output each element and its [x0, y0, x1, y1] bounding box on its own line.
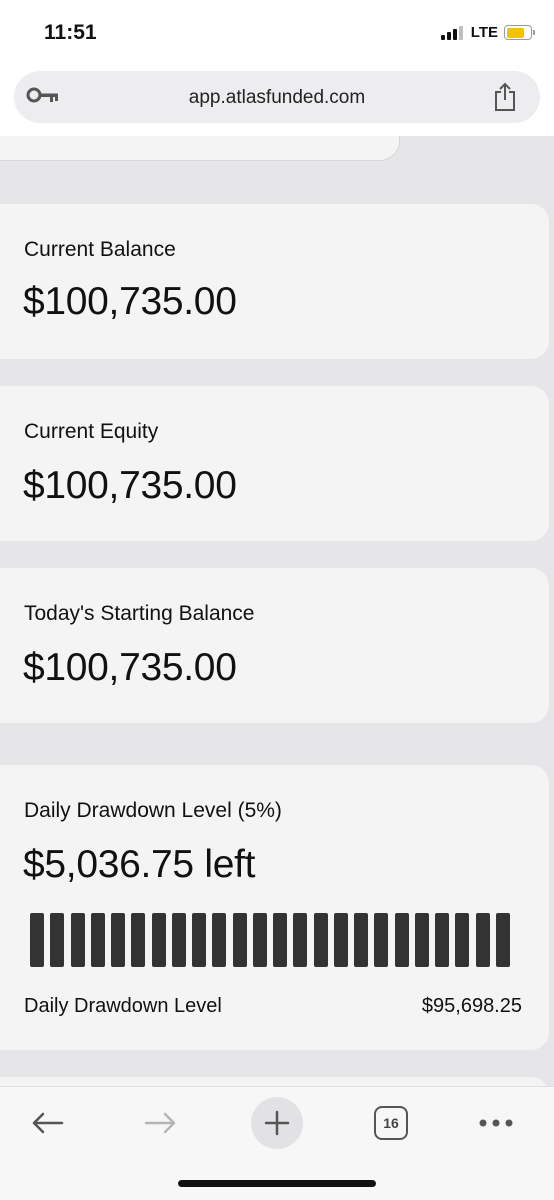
drawdown-bar-segment — [151, 913, 166, 967]
current-balance-card: Current Balance $100,735.00 — [0, 204, 549, 359]
battery-icon — [504, 25, 535, 40]
drawdown-bar-segment — [131, 913, 146, 967]
home-indicator — [178, 1180, 376, 1187]
drawdown-bar-segment — [333, 913, 348, 967]
drawdown-bar-segment — [394, 913, 409, 967]
card-label: Current Balance — [24, 238, 176, 261]
drawdown-bar-segment — [354, 913, 368, 967]
tabs-button[interactable]: 16 — [361, 1095, 421, 1151]
signal-strength-icon — [440, 25, 465, 40]
forward-arrow-icon — [144, 1112, 176, 1134]
battery-level — [506, 27, 525, 38]
drawdown-bar-segment — [252, 913, 267, 967]
forward-button[interactable] — [131, 1095, 191, 1151]
status-bar: 11:51 LTE — [0, 0, 554, 66]
drawdown-footer-label: Daily Drawdown Level — [24, 995, 222, 1017]
next-card-edge — [0, 1077, 549, 1086]
drawdown-bar-segment — [313, 913, 328, 967]
drawdown-progress-bar — [30, 913, 510, 967]
drawdown-bar-segment — [212, 913, 227, 967]
drawdown-bar-segment — [455, 913, 470, 967]
drawdown-bar-segment — [435, 913, 449, 967]
starting-balance-card: Today's Starting Balance $100,735.00 — [0, 568, 549, 723]
drawdown-bar-segment — [475, 913, 490, 967]
drawdown-bar-segment — [273, 913, 287, 967]
drawdown-bar-segment — [414, 913, 429, 967]
drawdown-bar-segment — [90, 913, 105, 967]
drawdown-bar-segment — [111, 913, 125, 967]
card-value: $100,735.00 — [23, 464, 237, 507]
drawdown-bar-segment — [374, 913, 389, 967]
card-value: $100,735.00 — [23, 646, 237, 689]
screen: 11:51 LTE app.atlasfunded.com Current Ba… — [0, 0, 554, 1200]
page-content: Current Balance $100,735.00 Current Equi… — [0, 136, 554, 1086]
more-button[interactable] — [466, 1095, 526, 1151]
card-label: Today's Starting Balance — [24, 602, 255, 625]
drawdown-bar-segment — [30, 913, 44, 967]
card-label: Daily Drawdown Level (5%) — [24, 799, 282, 822]
network-type: LTE — [470, 24, 498, 41]
previous-card-edge — [0, 136, 400, 161]
new-tab-plus-icon — [264, 1110, 290, 1136]
address-bar[interactable]: app.atlasfunded.com — [14, 71, 540, 123]
url-text[interactable]: app.atlasfunded.com — [14, 87, 540, 109]
share-icon[interactable] — [492, 81, 518, 118]
card-value: $100,735.00 — [23, 280, 237, 323]
back-button[interactable] — [17, 1095, 77, 1151]
card-value: $5,036.75 left — [23, 843, 256, 886]
browser-address-area: app.atlasfunded.com — [0, 66, 554, 136]
drawdown-bar-segment — [495, 913, 510, 967]
status-indicators: LTE — [440, 24, 535, 41]
drawdown-bar-segment — [70, 913, 85, 967]
status-time: 11:51 — [44, 21, 97, 44]
daily-drawdown-card: Daily Drawdown Level (5%) $5,036.75 left… — [0, 765, 549, 1050]
drawdown-bar-segment — [171, 913, 186, 967]
current-equity-card: Current Equity $100,735.00 — [0, 386, 549, 541]
new-tab-button[interactable] — [247, 1095, 307, 1151]
back-arrow-icon — [32, 1112, 64, 1134]
drawdown-footer-value: $95,698.25 — [421, 995, 522, 1017]
drawdown-bar-segment — [50, 913, 65, 967]
drawdown-bar-segment — [293, 913, 308, 967]
tabs-icon: 16 — [374, 1106, 408, 1140]
drawdown-bar-segment — [192, 913, 206, 967]
more-icon — [479, 1119, 513, 1127]
card-label: Current Equity — [24, 420, 159, 443]
drawdown-bar-segment — [232, 913, 247, 967]
